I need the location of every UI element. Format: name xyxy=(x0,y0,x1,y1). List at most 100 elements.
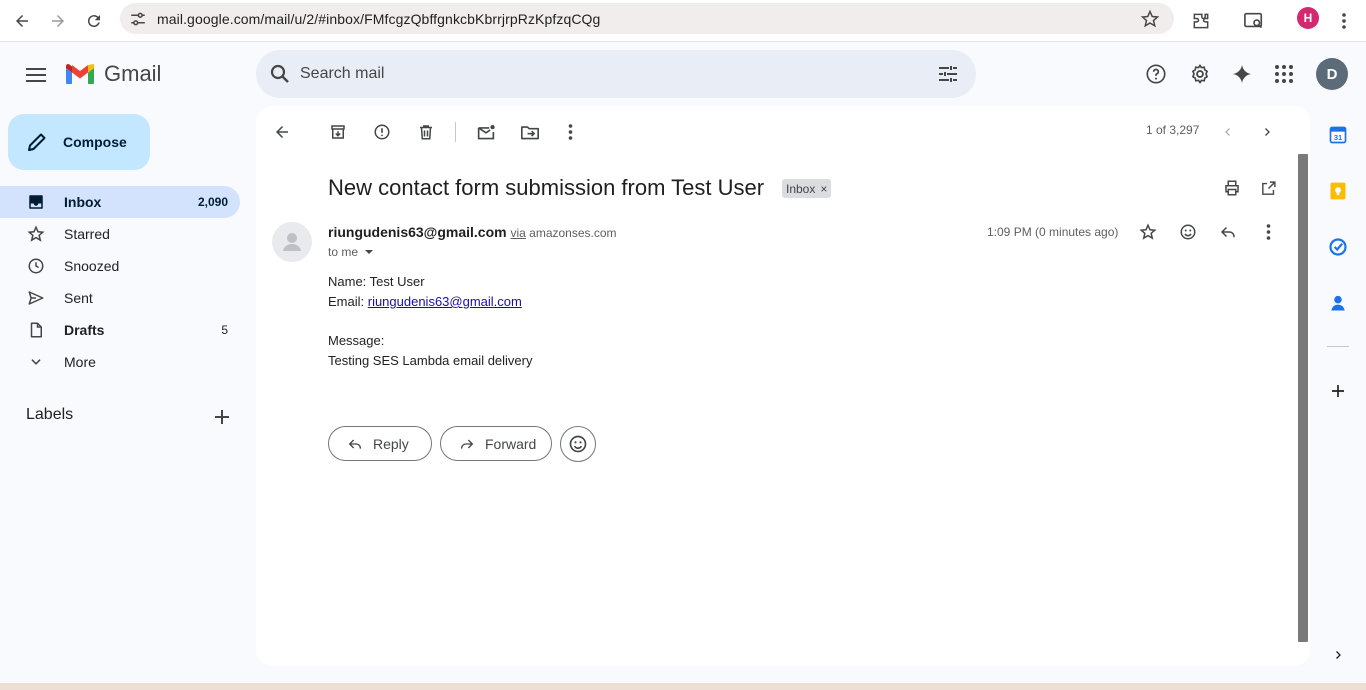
sidebar-item-starred[interactable]: Starred xyxy=(0,218,240,250)
extensions-icon[interactable] xyxy=(1186,6,1216,36)
url-text[interactable]: mail.google.com/mail/u/2/#inbox/FMfcgzQb… xyxy=(157,11,600,27)
more-actions-icon[interactable] xyxy=(558,120,582,144)
message-more-icon[interactable] xyxy=(1256,220,1280,244)
site-info-icon[interactable] xyxy=(129,10,147,28)
contacts-icon[interactable] xyxy=(1327,292,1349,314)
sidebar-item-drafts[interactable]: Drafts 5 xyxy=(0,314,240,346)
compose-label: Compose xyxy=(63,134,127,150)
search-options-icon[interactable] xyxy=(936,62,960,86)
older-chevron-right-icon[interactable] xyxy=(1255,120,1279,144)
draft-icon xyxy=(26,320,46,340)
remove-label-icon[interactable]: × xyxy=(820,182,827,196)
labels-heading: Labels xyxy=(26,406,74,423)
emoji-reaction-button[interactable] xyxy=(560,426,596,462)
message-pane: 1 of 3,297 New contact form submission f… xyxy=(256,106,1310,666)
archive-icon[interactable] xyxy=(326,120,350,144)
mark-unread-icon[interactable] xyxy=(474,120,498,144)
via-domain: amazonses.com xyxy=(529,226,617,240)
body-message-label: Message: xyxy=(328,333,385,348)
inbox-label-chip[interactable]: Inbox × xyxy=(782,179,832,198)
sidebar-item-more[interactable]: More xyxy=(0,346,240,378)
sender-avatar[interactable] xyxy=(272,222,312,262)
sidebar-item-snoozed[interactable]: Snoozed xyxy=(0,250,240,282)
delete-icon[interactable] xyxy=(414,120,438,144)
toolbar-divider xyxy=(455,122,456,142)
get-addons-plus-icon[interactable] xyxy=(1327,380,1349,402)
body-email-line: Email: riungudenis63@gmail.com xyxy=(328,292,533,312)
sender-email[interactable]: riungudenis63@gmail.com xyxy=(328,224,507,240)
sidebar-item-sent[interactable]: Sent xyxy=(0,282,240,314)
keep-notes-icon[interactable] xyxy=(1327,180,1349,202)
calendar-icon[interactable]: 31 xyxy=(1327,124,1349,146)
pencil-icon xyxy=(28,133,46,151)
tab-search-icon[interactable] xyxy=(1239,6,1269,36)
sidebar-item-label: Sent xyxy=(64,290,93,306)
recipient-line[interactable]: to me xyxy=(328,245,376,259)
bookmark-star-icon[interactable] xyxy=(1140,9,1160,29)
search-input[interactable] xyxy=(300,62,900,86)
add-label-icon[interactable] xyxy=(210,405,234,429)
star-message-icon[interactable] xyxy=(1136,220,1160,244)
reply-icon[interactable] xyxy=(1216,220,1240,244)
pagination-text: 1 of 3,297 xyxy=(1146,123,1200,137)
search-icon[interactable] xyxy=(268,62,292,86)
inbox-icon xyxy=(26,192,46,212)
sidebar-item-label: Starred xyxy=(64,226,110,242)
open-new-window-icon[interactable] xyxy=(1256,176,1280,200)
compose-button[interactable]: Compose xyxy=(8,114,150,170)
forward-icon[interactable] xyxy=(43,6,73,36)
address-bar[interactable]: mail.google.com/mail/u/2/#inbox/FMfcgzQb… xyxy=(120,3,1174,34)
email-link[interactable]: riungudenis63@gmail.com xyxy=(368,294,522,309)
message-time: 1:09 PM (0 minutes ago) xyxy=(987,225,1119,239)
email-prefix: Email: xyxy=(328,294,368,309)
gmail-header: Gmail D xyxy=(0,42,1366,106)
search-bar[interactable] xyxy=(256,50,976,98)
inbox-count: 2,090 xyxy=(197,195,228,209)
sidebar-item-label: Snoozed xyxy=(64,258,120,274)
sidebar-item-label: Drafts xyxy=(64,322,105,338)
gmail-wordmark: Gmail xyxy=(104,61,162,86)
via-text: via amazonses.com xyxy=(510,226,616,240)
body-message-text: Testing SES Lambda email delivery xyxy=(328,353,533,368)
browser-profile-avatar[interactable]: H xyxy=(1297,7,1319,29)
star-icon xyxy=(26,224,46,244)
rail-divider xyxy=(1327,346,1349,347)
gmail-logo[interactable]: Gmail xyxy=(64,61,161,87)
forward-button[interactable]: Forward xyxy=(440,426,552,461)
body-name-line: Name: Test User xyxy=(328,274,425,289)
reply-button[interactable]: Reply xyxy=(328,426,432,461)
email-body: Name: Test User Email: riungudenis63@gma… xyxy=(328,272,533,371)
main-menu-icon[interactable] xyxy=(21,60,51,90)
apps-grid-icon[interactable] xyxy=(1272,62,1296,86)
scrollbar[interactable] xyxy=(1298,154,1308,642)
newer-chevron-left-icon[interactable] xyxy=(1216,120,1240,144)
forward-button-label: Forward xyxy=(485,435,537,452)
report-spam-icon[interactable] xyxy=(370,120,394,144)
sidebar-item-inbox[interactable]: Inbox 2,090 xyxy=(0,186,240,218)
reply-arrow-icon xyxy=(348,439,361,449)
via-link[interactable]: via xyxy=(510,226,525,240)
browser-menu-icon[interactable] xyxy=(1329,6,1359,36)
details-dropdown-icon[interactable] xyxy=(362,247,376,257)
print-icon[interactable] xyxy=(1220,176,1244,200)
reload-icon[interactable] xyxy=(79,6,109,36)
os-taskbar-edge xyxy=(0,683,1366,690)
settings-gear-icon[interactable] xyxy=(1188,62,1212,86)
send-icon xyxy=(26,288,46,308)
account-avatar[interactable]: D xyxy=(1316,58,1348,90)
smiley-icon xyxy=(569,435,587,453)
forward-arrow-icon xyxy=(461,439,474,449)
tasks-icon[interactable] xyxy=(1327,236,1349,258)
chevron-down-icon xyxy=(26,352,46,372)
help-icon[interactable] xyxy=(1144,62,1168,86)
gemini-sparkle-icon[interactable] xyxy=(1230,62,1254,86)
sender-line: riungudenis63@gmail.com via amazonses.co… xyxy=(328,224,617,240)
move-to-icon[interactable] xyxy=(518,120,542,144)
back-icon[interactable] xyxy=(7,6,37,36)
back-to-inbox-icon[interactable] xyxy=(270,120,294,144)
sidebar-item-label: Inbox xyxy=(64,194,102,210)
hide-panel-chevron-icon[interactable] xyxy=(1327,644,1349,666)
to-me-text: to me xyxy=(328,245,359,259)
add-reaction-icon[interactable] xyxy=(1176,220,1200,244)
sidebar-item-label: More xyxy=(64,354,96,370)
